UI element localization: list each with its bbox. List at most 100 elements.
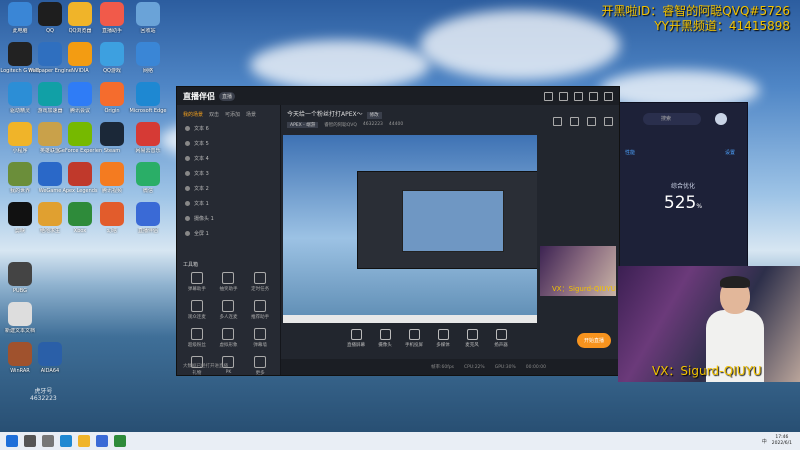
tool-button[interactable]: 弹幕助手 <box>181 272 213 292</box>
tool-button[interactable]: 观众连麦 <box>181 300 213 320</box>
tool-button[interactable]: 多人连麦 <box>213 300 245 320</box>
app-icon <box>68 82 92 106</box>
desktop-icon[interactable]: 新建文本文档 <box>0 302 42 334</box>
start-live-button[interactable]: 开始直播 <box>576 333 611 348</box>
tool-button[interactable]: 弹幕墙 <box>244 328 276 348</box>
control-button[interactable]: 手机投屏 <box>399 329 429 348</box>
language-indicator[interactable]: 中 <box>762 438 767 445</box>
control-icon <box>379 329 391 340</box>
stream-preview[interactable] <box>283 135 537 323</box>
scene-tab[interactable]: 可添加 <box>225 111 240 118</box>
control-button[interactable]: 扬声器 <box>486 329 516 348</box>
desktop-icon[interactable]: 直播伴侣 <box>126 202 170 234</box>
task-view-icon[interactable] <box>42 435 54 447</box>
search-icon[interactable] <box>24 435 36 447</box>
desktop-icon-label: PUBG <box>13 288 27 294</box>
source-item[interactable]: 文本 2 <box>177 181 280 196</box>
eye-icon[interactable] <box>185 171 190 176</box>
live-assistant-icon[interactable] <box>96 435 108 447</box>
settings-icon[interactable] <box>559 91 568 101</box>
eye-icon[interactable] <box>185 141 190 146</box>
tab-settings[interactable]: 设置 <box>725 149 735 156</box>
eye-icon[interactable] <box>185 156 190 161</box>
edit-button[interactable]: 修改 <box>366 112 382 119</box>
source-label: 文本 1 <box>194 201 209 207</box>
optimize-value: 525% <box>663 193 703 213</box>
tool-button[interactable]: 定时任务 <box>244 272 276 292</box>
desktop-icon[interactable]: 网络 <box>126 42 170 74</box>
scene-tab[interactable]: 我的场景 <box>183 111 203 118</box>
desktop-icon[interactable]: Microsoft Edge <box>126 82 170 114</box>
clock[interactable]: 17:46 2022/6/1 <box>772 435 792 447</box>
desktop-icon-label: 回收站 <box>140 28 156 34</box>
maximize-icon[interactable] <box>589 91 598 101</box>
source-item[interactable]: 摄像头 1 <box>177 211 280 226</box>
app-icon <box>68 122 92 146</box>
eye-icon[interactable] <box>185 231 190 236</box>
xbox-icon[interactable] <box>114 435 126 447</box>
app-icon <box>100 122 124 146</box>
control-button[interactable]: 多媒体 <box>428 329 458 348</box>
desktop-icon[interactable]: 回收站 <box>126 2 170 34</box>
version-badge[interactable]: 直播 <box>219 91 236 101</box>
edge-icon[interactable] <box>60 435 72 447</box>
search-input[interactable]: 搜索 <box>643 113 701 125</box>
lock-icon[interactable] <box>570 117 579 126</box>
tool-button[interactable]: 更多 <box>244 356 276 376</box>
share-icon[interactable] <box>553 117 562 126</box>
control-label: 手机投屏 <box>405 343 423 348</box>
source-item[interactable]: 文本 4 <box>177 151 280 166</box>
skin-icon[interactable] <box>544 91 553 101</box>
tool-button[interactable]: 推荐助手 <box>244 300 276 320</box>
app-icon <box>100 82 124 106</box>
control-button[interactable]: 麦克风 <box>457 329 487 348</box>
control-icon <box>350 329 362 340</box>
tool-button[interactable]: 超级粉丝 <box>181 328 213 348</box>
source-item[interactable]: 文本 1 <box>177 196 280 211</box>
scene-tab[interactable]: 双击 <box>209 111 219 118</box>
desktop-icon[interactable]: 网易云音乐 <box>126 122 170 154</box>
eye-icon[interactable] <box>185 186 190 191</box>
control-label: 摄像头 <box>378 343 392 348</box>
overlay-line2: YY开黑频道：41415898 <box>654 19 790 33</box>
app-icon <box>8 302 32 326</box>
desktop-icon[interactable]: PUBG <box>0 262 42 294</box>
stream-meta[interactable]: APEX - 端游 <box>287 122 319 128</box>
tool-button[interactable]: 虚拟形象 <box>213 328 245 348</box>
performance-window[interactable]: 搜索 性能 设置 综合优化 525% <box>618 102 748 268</box>
scene-tab[interactable]: 场景 <box>246 111 256 118</box>
app-icon <box>38 342 62 366</box>
desktop-icon[interactable]: AIDA64 <box>28 342 72 374</box>
explorer-icon[interactable] <box>78 435 90 447</box>
source-item[interactable]: 文本 6 <box>177 121 280 136</box>
preview-taskbar <box>283 315 537 323</box>
tool-icon <box>222 328 235 340</box>
tool-label: 更多 <box>255 371 265 376</box>
desktop-icon-label: AIDA64 <box>40 368 60 374</box>
app-icon <box>68 2 92 26</box>
app-icon <box>68 162 92 186</box>
control-bar: 直播屏幕 摄像头 手机投屏 多媒体 麦克风 扬声器 开始直播 <box>281 323 619 359</box>
close-icon[interactable] <box>604 91 613 101</box>
tab-performance[interactable]: 性能 <box>625 149 635 156</box>
avatar[interactable] <box>715 113 727 125</box>
eye-icon[interactable] <box>185 201 190 206</box>
hint-text: 大数据已经打开进直播 <box>183 364 228 369</box>
fullscreen-icon[interactable] <box>604 117 613 126</box>
live-assistant-window[interactable]: 直播伴侣 直播 我的场景 双击 可添加 场景 文本 6 文本 5 文本 4 文本 3 文本 2… <box>176 86 620 376</box>
eye-icon[interactable] <box>185 126 190 131</box>
layout-icon[interactable] <box>587 117 596 126</box>
source-item[interactable]: 全屏 1 <box>177 226 280 241</box>
status-item: 帧率:60fps <box>431 365 455 370</box>
eye-icon[interactable] <box>185 216 190 221</box>
tool-button[interactable]: 抽奖助手 <box>213 272 245 292</box>
control-button[interactable]: 直播屏幕 <box>341 329 371 348</box>
stream-meta: 4632223 <box>362 122 383 127</box>
control-button[interactable]: 摄像头 <box>370 329 400 348</box>
source-item[interactable]: 文本 3 <box>177 166 280 181</box>
desktop-icon[interactable]: 微信 <box>126 162 170 194</box>
start-icon[interactable] <box>6 435 18 447</box>
source-item[interactable]: 文本 5 <box>177 136 280 151</box>
stream-meta: 44400 <box>388 122 404 127</box>
minimize-icon[interactable] <box>574 91 583 101</box>
